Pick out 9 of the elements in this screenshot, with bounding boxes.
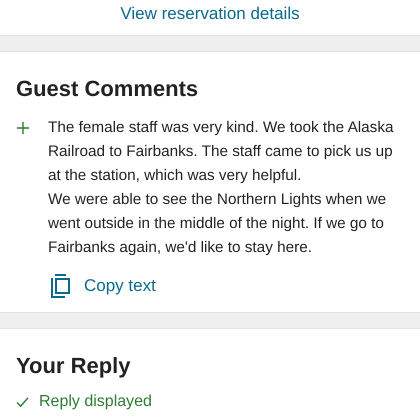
view-reservation-link[interactable]: View reservation details [120, 4, 300, 24]
section-title: Guest Comments [16, 75, 200, 103]
copy-icon [50, 274, 72, 298]
comment-text: The female staff was very kind. We took the Alaska Railroad to Fairbanks. The staff came to pick us up at the station, which was very helpful. [48, 118, 394, 186]
comment-text: We were able to see the Northern Lights when we went outside in the middle of the night. If we go to Fairbanks again, we'd like to stay here. [48, 190, 388, 258]
copy-text-button[interactable]: Copy text [50, 274, 156, 298]
plus-icon[interactable] [16, 121, 30, 135]
reply-status: Reply displayed [39, 393, 152, 411]
section-title: Your Reply [16, 352, 132, 380]
